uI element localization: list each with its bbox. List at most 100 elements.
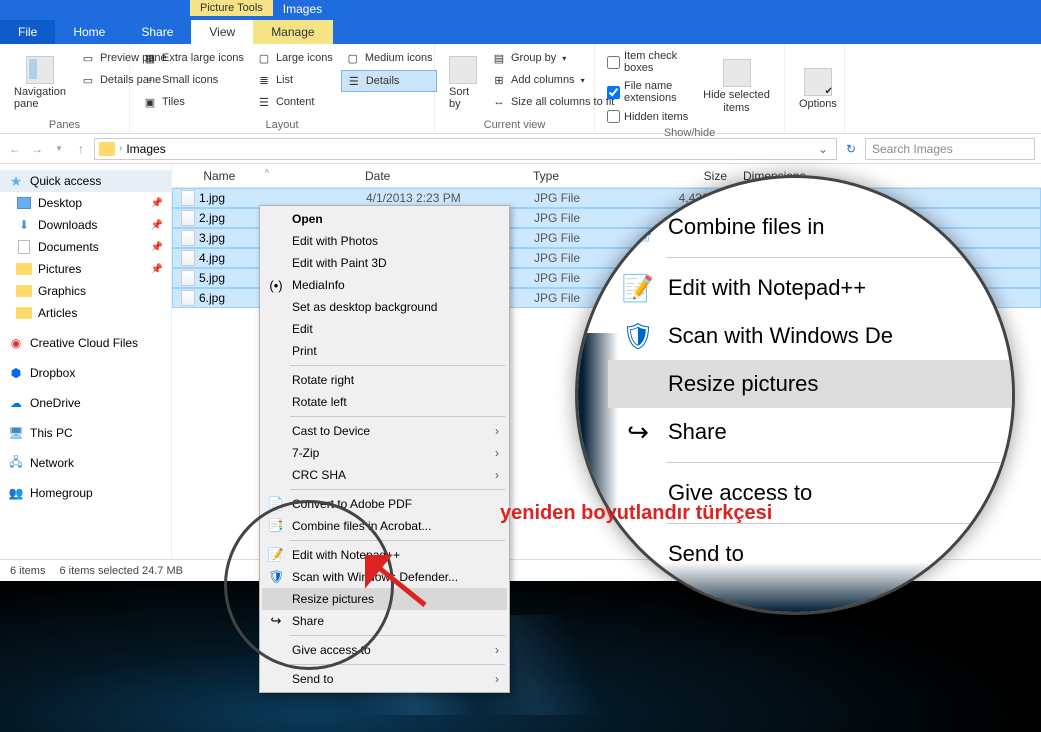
sidebar-pictures[interactable]: Pictures📌 (0, 258, 171, 280)
acrobat-icon: 📑 (622, 211, 654, 243)
column-name[interactable]: ˄ Name (172, 169, 357, 183)
address-path[interactable]: › Images ⌄ (94, 138, 837, 160)
hidden-checkbox[interactable] (607, 110, 620, 123)
context-menu: Open Edit with Photos Edit with Paint 3D… (259, 205, 510, 693)
cm-rotate-left[interactable]: Rotate left (262, 391, 507, 413)
cm-crc[interactable]: CRC SHA› (262, 464, 507, 486)
sidebar-this-pc[interactable]: 🖥This PC (0, 422, 171, 444)
recent-button[interactable]: ▾ (50, 140, 68, 158)
sidebar-documents[interactable]: Documents📌 (0, 236, 171, 258)
large-icons-button[interactable]: ▢Large icons (252, 48, 337, 68)
item-check-boxes-toggle[interactable]: Item check boxes (603, 48, 693, 76)
column-size[interactable]: Size (655, 169, 735, 183)
sidebar-homegroup[interactable]: 👥Homegroup (0, 482, 171, 504)
mag-defender[interactable]: 🛡Scan with Windows De (608, 312, 1015, 360)
sidebar-homegroup-label: Homegroup (30, 486, 93, 500)
tab-home[interactable]: Home (55, 20, 123, 44)
list-button[interactable]: ≣List (252, 70, 337, 90)
address-bar: ← → ▾ ↑ › Images ⌄ ↻ Search Images (0, 134, 1041, 164)
sort-by-button[interactable]: Sort by (443, 48, 483, 117)
mag-resize-pictures[interactable]: Resize pictures (608, 360, 1015, 408)
cm-open[interactable]: Open (262, 208, 507, 230)
cm-edit-paint3d[interactable]: Edit with Paint 3D (262, 252, 507, 274)
hide-selected-button[interactable]: Hide selected items (697, 48, 776, 125)
cm-separator (290, 489, 505, 490)
content-button[interactable]: ☰Content (252, 92, 337, 112)
mag-share-label: Share (668, 419, 727, 445)
share-icon: ↪ (622, 416, 654, 448)
current-view-group-label: Current view (443, 117, 586, 131)
item-check-checkbox[interactable] (607, 56, 620, 69)
cm-7zip[interactable]: 7-Zip› (262, 442, 507, 464)
hide-selected-label: Hide selected items (703, 89, 770, 113)
chevron-down-icon: ▾ (562, 54, 566, 63)
options-button[interactable]: ✔ Options (793, 48, 843, 129)
star-icon: ★ (8, 173, 24, 189)
cm-rotate-right[interactable]: Rotate right (262, 369, 507, 391)
sidebar-onedrive[interactable]: ☁OneDrive (0, 392, 171, 414)
address-dropdown-icon[interactable]: ⌄ (814, 142, 832, 156)
sidebar-creative-cloud[interactable]: ◉Creative Cloud Files (0, 332, 171, 354)
small-icons-button[interactable]: ▫Small icons (138, 70, 248, 90)
sidebar-desktop[interactable]: Desktop📌 (0, 192, 171, 214)
cm-send-to[interactable]: Send to› (262, 668, 507, 690)
column-date[interactable]: Date (357, 169, 525, 183)
path-segment[interactable]: Images (126, 142, 165, 156)
tab-file[interactable]: File (0, 20, 55, 44)
refresh-button[interactable]: ↻ (841, 142, 861, 156)
tiles-label: Tiles (162, 96, 185, 108)
file-name: 5.jpg (199, 271, 225, 285)
details-pane-icon: ▭ (80, 72, 96, 88)
cm-give-access[interactable]: Give access to› (262, 639, 507, 661)
cm-mediainfo[interactable]: (•)MediaInfo (262, 274, 507, 296)
sidebar-quick-access-label: Quick access (30, 174, 101, 188)
up-button[interactable]: ↑ (72, 140, 90, 158)
cm-cast[interactable]: Cast to Device› (262, 420, 507, 442)
file-ext-toggle[interactable]: File name extensions (603, 78, 693, 106)
tiles-button[interactable]: ▣Tiles (138, 92, 248, 112)
options-icon: ✔ (804, 68, 832, 96)
extra-large-icons-button[interactable]: ▦Extra large icons (138, 48, 248, 68)
medium-icons-button[interactable]: ▢Medium icons (341, 48, 437, 68)
list-label: List (276, 74, 293, 86)
picture-tools-tab[interactable]: Picture Tools (190, 0, 273, 16)
hidden-items-toggle[interactable]: Hidden items (603, 108, 693, 125)
cm-convert-pdf[interactable]: 📄Convert to Adobe PDF (262, 493, 507, 515)
group-by-icon: ▤ (491, 50, 507, 66)
cm-edit-photos[interactable]: Edit with Photos (262, 230, 507, 252)
sidebar-dropbox[interactable]: ⬢Dropbox (0, 362, 171, 384)
cm-separator (290, 540, 505, 541)
sidebar-network[interactable]: 🖧Network (0, 452, 171, 474)
mag-notepadpp[interactable]: 📝Edit with Notepad++ (608, 264, 1015, 312)
forward-button[interactable]: → (28, 140, 46, 158)
cm-combine-acrobat[interactable]: 📑Combine files in Acrobat... (262, 515, 507, 537)
sidebar-quick-access[interactable]: ★ Quick access (0, 170, 171, 192)
file-name: 4.jpg (199, 251, 225, 265)
tab-view[interactable]: View (191, 20, 253, 44)
search-input[interactable]: Search Images (865, 138, 1035, 160)
tab-share[interactable]: Share (123, 20, 191, 44)
sidebar-articles[interactable]: Articles (0, 302, 171, 324)
this-pc-icon: 🖥 (8, 425, 24, 441)
chevron-right-icon: › (495, 424, 499, 438)
cm-print[interactable]: Print (262, 340, 507, 362)
mag-bg-bottom (578, 562, 1012, 612)
sidebar-downloads[interactable]: ⬇Downloads📌 (0, 214, 171, 236)
file-ext-checkbox[interactable] (607, 86, 620, 99)
cm-set-bg[interactable]: Set as desktop background (262, 296, 507, 318)
creative-cloud-icon: ◉ (8, 335, 24, 351)
jpg-file-icon (181, 290, 195, 306)
mag-share[interactable]: ↪ Share (608, 408, 1015, 456)
share-icon: ↪ (268, 613, 284, 629)
navigation-pane-button[interactable]: Navigation pane (8, 48, 72, 117)
tab-manage[interactable]: Manage (253, 20, 332, 44)
details-button[interactable]: ☰Details (341, 70, 437, 92)
panes-group-label: Panes (8, 117, 121, 131)
content-icon: ☰ (256, 94, 272, 110)
mag-combine[interactable]: 📑Combine files in (608, 203, 1015, 251)
onedrive-icon: ☁ (8, 395, 24, 411)
cm-edit[interactable]: Edit (262, 318, 507, 340)
back-button[interactable]: ← (6, 140, 24, 158)
sidebar-graphics[interactable]: Graphics (0, 280, 171, 302)
column-type[interactable]: Type (525, 169, 655, 183)
